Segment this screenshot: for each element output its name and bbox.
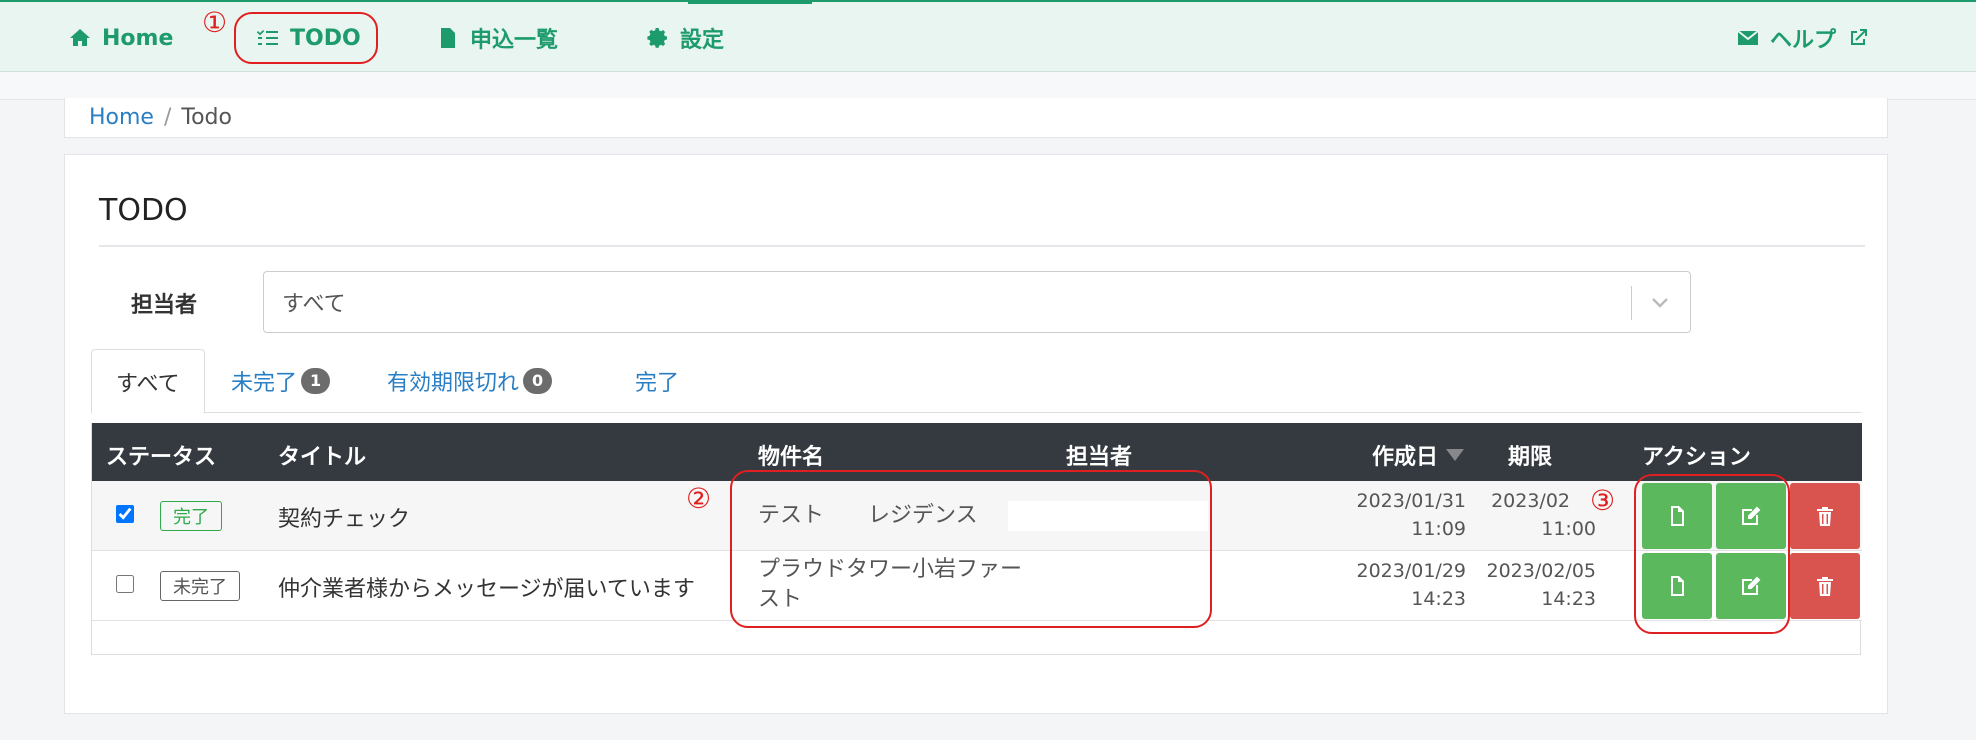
table-row: 完了 契約チェック テスト レジデンス 2023/01/31 11:09 2023… [92, 481, 1862, 551]
nav-todo-label: TODO [290, 25, 361, 51]
row-property-part-a: プラウドタワー小岩ファー [758, 557, 1023, 582]
select-divider [1631, 286, 1632, 320]
row-property: プラウドタワー小岩ファー スト [758, 555, 1058, 615]
nav-home-label: Home [102, 25, 174, 51]
header-deadline: 期限 [1508, 445, 1553, 470]
envelope-icon [1737, 30, 1759, 45]
view-button[interactable] [1642, 483, 1712, 549]
tab-incomplete-label: 未完了 [231, 371, 298, 396]
breadcrumb: Home / Todo [64, 98, 1888, 138]
incomplete-count-badge: 1 [301, 368, 331, 394]
nav-settings-label: 設定 [680, 28, 725, 53]
row-created-time: 11:09 [1411, 518, 1466, 540]
todo-card: TODO 担当者 すべて すべて 未完了 1 有効期限切れ 0 完了 ステータス… [64, 154, 1888, 714]
chevron-down-icon [1652, 298, 1668, 308]
file-icon [441, 28, 455, 48]
header-assignee: 担当者 [1066, 445, 1133, 470]
tab-expired-label: 有効期限切れ [387, 371, 520, 396]
file-icon [1671, 506, 1684, 526]
list-check-icon [256, 30, 278, 45]
gear-icon [647, 28, 667, 48]
row-deadline-date: 2023/02/05 [1486, 560, 1596, 582]
row-deadline-time: 11:00 [1541, 518, 1596, 540]
nav-applications-label: 申込一覧 [470, 28, 559, 53]
todo-table: ステータス タイトル 物件名 担当者 作成日 期限 アクション 完了 契約チェッ… [91, 423, 1862, 655]
page-title: TODO [99, 193, 188, 228]
header-status: ステータス [106, 445, 217, 470]
edit-button[interactable] [1716, 553, 1786, 619]
breadcrumb-separator: / [163, 105, 172, 130]
row-property-part-b: レジデンス [868, 503, 978, 528]
external-link-icon [1851, 29, 1868, 45]
top-navbar: Home TODO 申込一覧 設定 ヘルプ [0, 0, 1976, 72]
status-badge: 未完了 [160, 571, 240, 601]
nav-settings-link[interactable]: 設定 [646, 22, 724, 54]
header-property: 物件名 [758, 445, 825, 470]
tab-all-label: すべて [116, 371, 180, 397]
header-created: 作成日 [1372, 445, 1439, 470]
assignee-filter-value: すべて [282, 292, 346, 317]
tab-incomplete[interactable]: 未完了 1 [231, 349, 331, 413]
row-deadline-time: 14:23 [1541, 588, 1596, 610]
assignee-filter-label: 担当者 [131, 293, 198, 318]
status-tabs: すべて 未完了 1 有効期限切れ 0 完了 [91, 349, 1861, 414]
row-deadline-date: 2023/02 [1491, 490, 1570, 512]
breadcrumb-home-link[interactable]: Home [89, 105, 154, 130]
redacted-area [1008, 501, 1208, 531]
row-deadline: 2023/02/05 14:23 [1476, 557, 1596, 613]
row-created: 2023/01/31 11:09 [1346, 487, 1466, 543]
status-badge: 完了 [160, 501, 222, 531]
nav-applications-link[interactable]: 申込一覧 [436, 22, 558, 54]
tab-all[interactable]: すべて [91, 349, 205, 414]
nav-active-indicator [688, 0, 812, 4]
expired-count-badge: 0 [523, 368, 553, 394]
row-created: 2023/01/29 14:23 [1346, 557, 1466, 613]
nav-help-label: ヘルプ [1770, 28, 1837, 53]
sub-header-strip [0, 72, 1976, 100]
title-divider [99, 245, 1865, 247]
row-created-date: 2023/01/29 [1356, 560, 1466, 582]
header-action: アクション [1642, 445, 1751, 470]
assignee-filter-select[interactable]: すべて [263, 271, 1691, 333]
row-created-date: 2023/01/31 [1356, 490, 1466, 512]
row-created-time: 14:23 [1411, 588, 1466, 610]
row-complete-checkbox[interactable] [116, 575, 134, 593]
row-complete-checkbox[interactable] [116, 505, 134, 523]
edit-icon [1742, 576, 1761, 595]
nav-home-link[interactable]: Home [68, 22, 173, 54]
header-title: タイトル [278, 445, 367, 470]
row-property-part-b: スト [758, 587, 803, 612]
nav-todo-link[interactable]: TODO [256, 22, 361, 54]
row-deadline: 2023/02 11:00 [1476, 487, 1596, 543]
header-created-sortable[interactable]: 作成日 [1372, 439, 1465, 471]
edit-icon [1742, 506, 1761, 525]
delete-button[interactable] [1790, 483, 1860, 549]
edit-button[interactable] [1716, 483, 1786, 549]
file-icon [1671, 576, 1684, 596]
row-title: 仲介業者様からメッセージが届いています [278, 577, 695, 602]
table-header: ステータス タイトル 物件名 担当者 作成日 期限 アクション [92, 423, 1862, 481]
breadcrumb-current: Todo [181, 105, 232, 130]
trash-icon [1817, 577, 1833, 596]
nav-help-link[interactable]: ヘルプ [1736, 22, 1870, 54]
tab-expired[interactable]: 有効期限切れ 0 [387, 349, 553, 413]
row-title: 契約チェック [278, 507, 411, 532]
trash-icon [1817, 507, 1833, 526]
view-button[interactable] [1642, 553, 1712, 619]
sort-desc-icon [1446, 449, 1465, 461]
tab-done-label: 完了 [635, 371, 680, 396]
home-icon [70, 29, 90, 46]
table-row: 未完了 仲介業者様からメッセージが届いています プラウドタワー小岩ファー スト … [92, 551, 1862, 621]
tab-done[interactable]: 完了 [635, 349, 679, 413]
row-property-part-a: テスト [758, 503, 825, 528]
delete-button[interactable] [1790, 553, 1860, 619]
